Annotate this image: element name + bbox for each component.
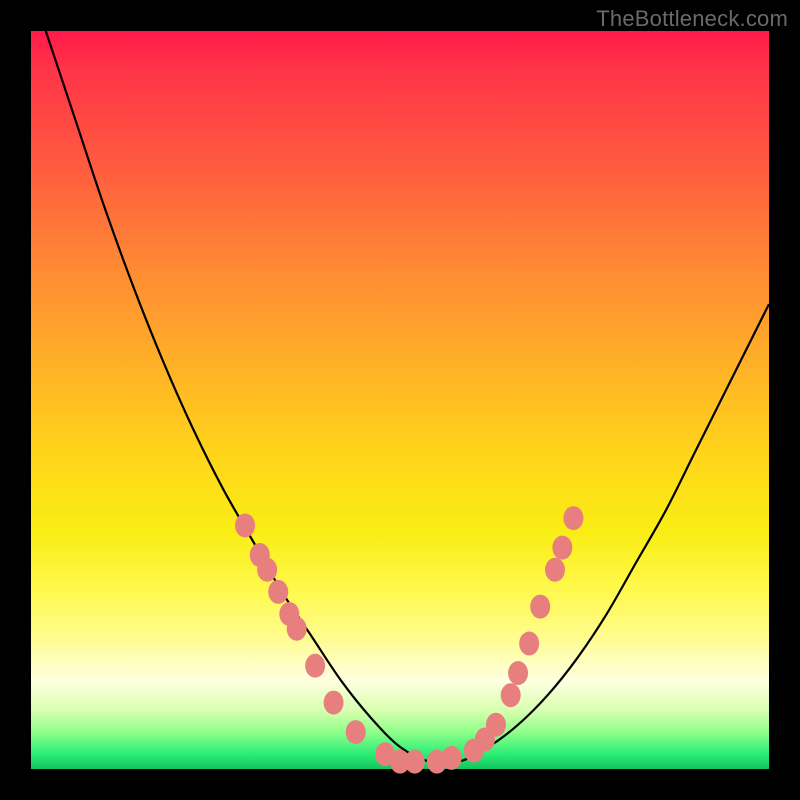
marker-point (235, 513, 255, 537)
marker-point (508, 661, 528, 685)
marker-point (563, 506, 583, 530)
marker-point (442, 746, 462, 770)
curve-svg (31, 31, 769, 769)
marker-point (257, 558, 277, 582)
chart-frame: TheBottleneck.com (0, 0, 800, 800)
marker-point (305, 654, 325, 678)
marker-point (405, 750, 425, 774)
bottleneck-curve (46, 31, 769, 763)
marker-point (530, 595, 550, 619)
plot-area (31, 31, 769, 769)
marker-point (552, 536, 572, 560)
marker-point (287, 617, 307, 641)
marker-point (324, 691, 344, 715)
watermark-text: TheBottleneck.com (596, 6, 788, 32)
marker-point (545, 558, 565, 582)
marker-point (519, 632, 539, 656)
marker-point (346, 720, 366, 744)
marker-point (501, 683, 521, 707)
marker-point (268, 580, 288, 604)
highlighted-points (235, 506, 583, 774)
marker-point (486, 713, 506, 737)
